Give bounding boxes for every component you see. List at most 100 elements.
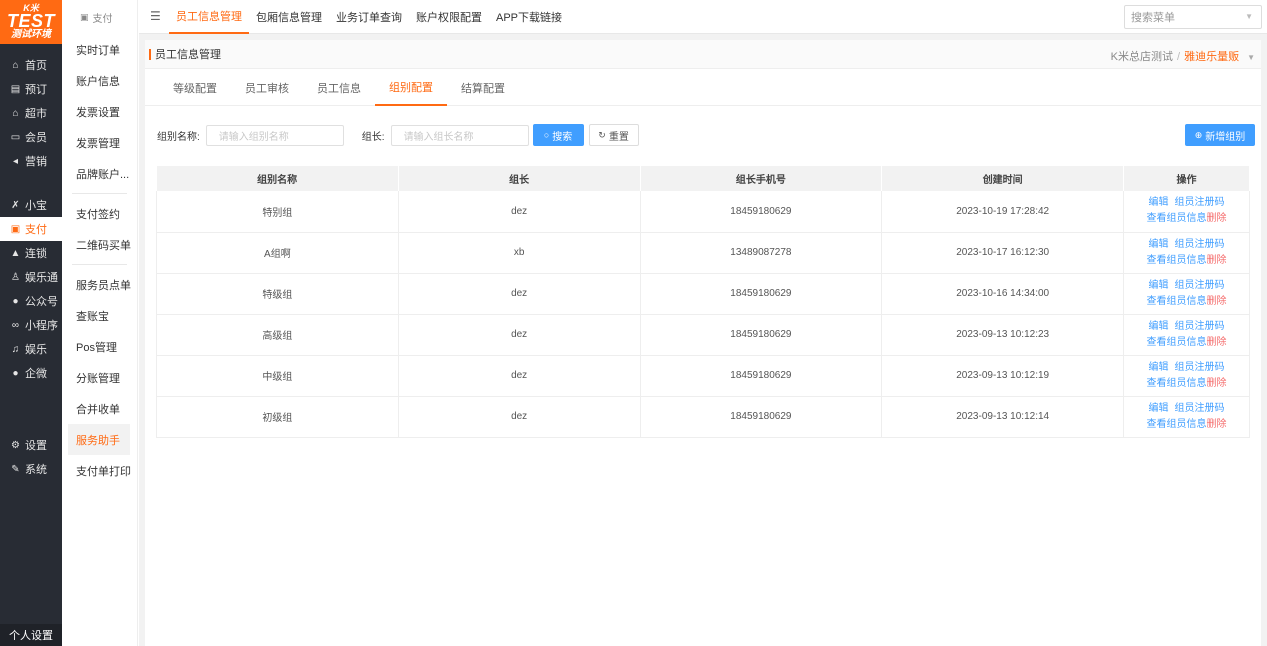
panel-header: 员工信息管理 K米总店测试 / 雅迪乐量贩 ▼: [145, 40, 1261, 69]
wecom-icon: ●: [12, 367, 19, 379]
content-area: 员工信息管理 K米总店测试 / 雅迪乐量贩 ▼ 等级配置 员工审核 员工信息 组别配置 结算配…: [139, 34, 1267, 646]
row-actions: 编辑 组员注册码查看组员信息删除: [1123, 396, 1250, 438]
store-switcher[interactable]: K米总店测试 / 雅迪乐量贩 ▼: [1111, 48, 1255, 64]
table-cell: 2023-10-19 17:28:42: [881, 191, 1125, 233]
submenu-item-6[interactable]: 二维码买单: [62, 229, 137, 260]
nav-item-11[interactable]: ♫ 娱乐: [0, 337, 62, 361]
nav-item-9[interactable]: ● 公众号: [0, 289, 62, 313]
nav-item-label: 小程序: [25, 320, 58, 332]
submenu-item-4[interactable]: 品牌账户...: [62, 158, 137, 189]
edit-link[interactable]: 编辑: [1149, 197, 1169, 208]
leader-input[interactable]: 请输入组长名称: [390, 124, 529, 146]
nav-item-13[interactable]: ⚙ 设置: [0, 433, 62, 457]
submenu-item-12[interactable]: 服务助手: [68, 424, 130, 455]
column-header: 组别名称: [156, 166, 399, 191]
nav-item-0[interactable]: ⌂ 首页: [0, 53, 62, 77]
top-nav-tab-3[interactable]: 账户权限配置: [409, 0, 489, 34]
view-members-link[interactable]: 查看组员信息: [1147, 419, 1207, 430]
register-code-link[interactable]: 组员注册码: [1175, 362, 1225, 373]
nav-item-12[interactable]: ● 企微: [0, 361, 62, 385]
logo: K米 TEST 测试环境: [0, 0, 62, 44]
nav-item-label: 会员: [25, 132, 47, 144]
group-name-label: 组别名称:: [157, 131, 200, 143]
edit-link[interactable]: 编辑: [1149, 321, 1169, 332]
reset-button[interactable]: ↻ 重置: [588, 124, 639, 146]
nav-item-4[interactable]: ◂ 营销: [0, 149, 62, 173]
table-cell: 2023-09-13 10:12:23: [881, 314, 1125, 356]
register-code-link[interactable]: 组员注册码: [1175, 321, 1225, 332]
tab-3[interactable]: 组别配置: [375, 69, 447, 106]
top-bar: ☰ 员工信息管理 包厢信息管理 业务订单查询 账户权限配置 APP下载链接 搜索菜单 ▼: [139, 0, 1267, 34]
view-members-link[interactable]: 查看组员信息: [1147, 337, 1207, 348]
submenu-item-9[interactable]: Pos管理: [62, 331, 137, 362]
menu-toggle-icon[interactable]: ☰: [150, 9, 161, 23]
tab-2[interactable]: 员工信息: [303, 69, 375, 106]
submenu-item-0[interactable]: 实时订单: [62, 34, 137, 65]
wrench-icon: ✎: [11, 463, 20, 475]
view-members-link[interactable]: 查看组员信息: [1147, 213, 1207, 224]
delete-link[interactable]: 删除: [1207, 337, 1227, 348]
register-code-link[interactable]: 组员注册码: [1175, 280, 1225, 291]
submenu-item-1[interactable]: 账户信息: [62, 65, 137, 96]
view-members-link[interactable]: 查看组员信息: [1147, 296, 1207, 307]
nav-item-8[interactable]: ♙ 娱乐通: [0, 265, 62, 289]
plus-circle-icon: ⊕: [1194, 129, 1203, 140]
delete-link[interactable]: 删除: [1207, 296, 1227, 307]
nav-item-label: 小宝: [25, 200, 47, 212]
nav-item-7[interactable]: ▲ 连锁: [0, 241, 62, 265]
column-header: 组长: [398, 166, 641, 191]
leader-placeholder: 请输入组长名称: [403, 131, 474, 143]
edit-link[interactable]: 编辑: [1149, 280, 1169, 291]
submenu-item-10[interactable]: 分账管理: [62, 362, 137, 393]
nav-item-3[interactable]: ▭ 会员: [0, 125, 62, 149]
nav-item-1[interactable]: ▤ 预订: [0, 77, 62, 101]
submenu-item-13[interactable]: 支付单打印: [62, 455, 137, 486]
nav-item-14[interactable]: ✎ 系统: [0, 457, 62, 481]
submenu-item-11[interactable]: 合并收单: [62, 393, 137, 424]
title-accent-bar: [149, 48, 151, 60]
top-nav-tab-4[interactable]: APP下载链接: [489, 0, 569, 34]
top-nav-tab-2[interactable]: 业务订单查询: [329, 0, 409, 34]
table-cell: 中级组: [156, 355, 399, 397]
tab-4[interactable]: 结算配置: [447, 69, 519, 106]
home-icon: ⌂: [12, 59, 19, 71]
table-row: 中级组 dez 18459180629 2023-09-13 10:12:19 编辑 组员…: [156, 355, 1250, 397]
register-code-link[interactable]: 组员注册码: [1175, 403, 1225, 414]
edit-link[interactable]: 编辑: [1149, 403, 1169, 414]
edit-link[interactable]: 编辑: [1149, 362, 1169, 373]
add-group-button[interactable]: ⊕ 新增组别: [1185, 124, 1255, 146]
nav-item-2[interactable]: ⌂ 超市: [0, 101, 62, 125]
submenu-item-2[interactable]: 发票设置: [62, 96, 137, 127]
pay-icon: ▣: [80, 11, 89, 22]
table-row: 初级组 dez 18459180629 2023-09-13 10:12:14 编辑 组员…: [156, 396, 1250, 438]
search-button[interactable]: ○ 搜索: [532, 124, 584, 146]
delete-link[interactable]: 删除: [1207, 419, 1227, 430]
tab-1[interactable]: 员工审核: [231, 69, 303, 106]
delete-link[interactable]: 删除: [1207, 255, 1227, 266]
view-members-link[interactable]: 查看组员信息: [1147, 378, 1207, 389]
delete-link[interactable]: 删除: [1207, 378, 1227, 389]
top-nav-tab-0[interactable]: 员工信息管理: [169, 0, 249, 34]
submenu-item-7[interactable]: 服务员点单: [62, 269, 137, 300]
table-cell: dez: [398, 355, 641, 397]
submenu-item-8[interactable]: 查账宝: [62, 300, 137, 331]
tab-0[interactable]: 等级配置: [159, 69, 231, 106]
view-members-link[interactable]: 查看组员信息: [1147, 255, 1207, 266]
nav-item-5[interactable]: ✗ 小宝: [0, 193, 62, 217]
nav-item-10[interactable]: ∞ 小程序: [0, 313, 62, 337]
main-sidebar: K米 TEST 测试环境 ⌂ 首页 ▤ 预订 ⌂ 超市 ▭ 会员 ◂ 营销 ✗ 小宝 ▣ 支付 ▲ 连锁 ♙ 娱乐…: [0, 0, 62, 646]
logo-test: TEST: [6, 11, 55, 31]
top-nav-tab-1[interactable]: 包厢信息管理: [249, 0, 329, 34]
submenu-item-3[interactable]: 发票管理: [62, 127, 137, 158]
table-cell: 特级组: [156, 273, 399, 315]
nav-item-6[interactable]: ▣ 支付: [0, 217, 62, 241]
personal-settings-button[interactable]: 个人设置: [0, 624, 62, 646]
delete-link[interactable]: 删除: [1207, 213, 1227, 224]
menu-search-select[interactable]: 搜索菜单 ▼: [1124, 5, 1262, 29]
register-code-link[interactable]: 组员注册码: [1175, 239, 1225, 250]
register-code-link[interactable]: 组员注册码: [1175, 197, 1225, 208]
submenu-item-5[interactable]: 支付签约: [62, 198, 137, 229]
edit-link[interactable]: 编辑: [1149, 239, 1169, 250]
group-name-input[interactable]: 请输入组别名称: [205, 124, 344, 146]
nav-item-label: 娱乐: [25, 344, 47, 356]
